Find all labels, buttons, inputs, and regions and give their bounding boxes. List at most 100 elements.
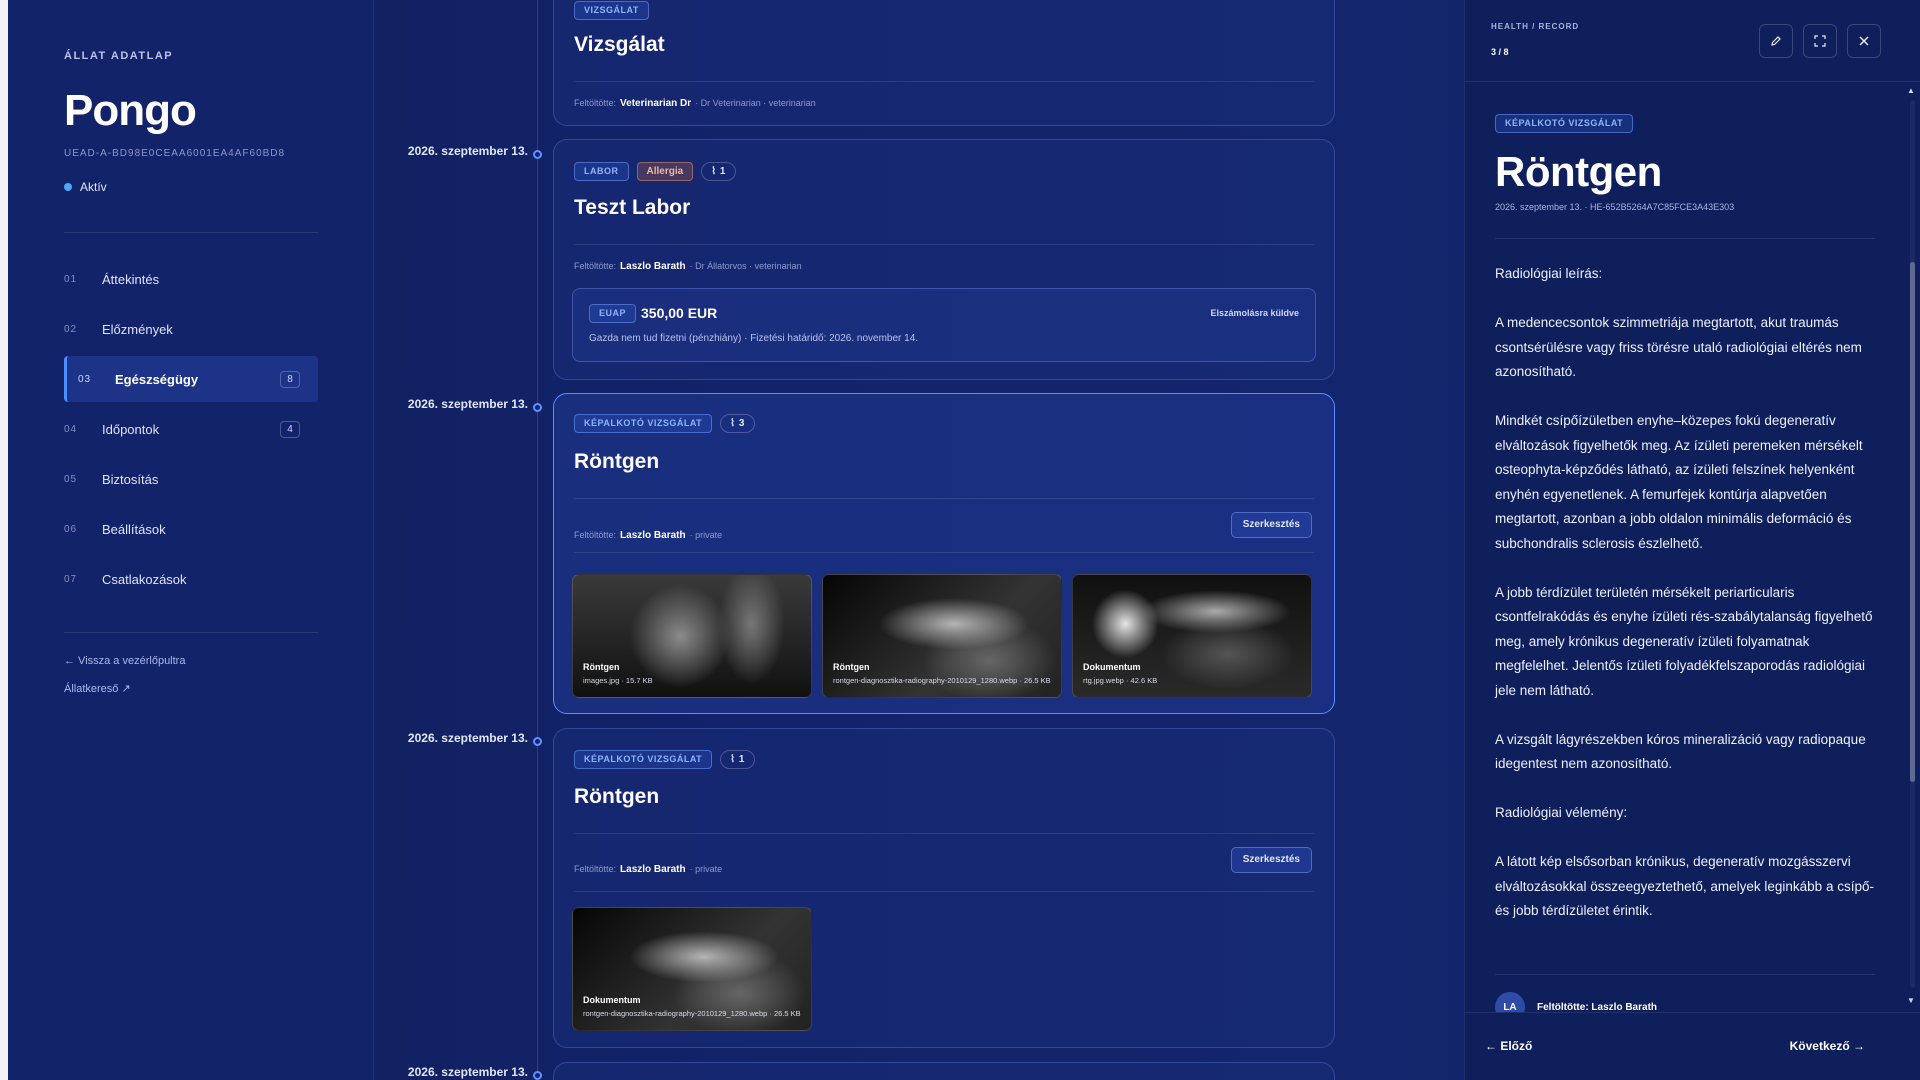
- record-card[interactable]: KÉPALKOTÓ VIZSGÁLAT ⌇ 1 Röntgen Feltöltö…: [553, 728, 1335, 1048]
- avatar: LA: [1495, 992, 1525, 1012]
- invoice-box[interactable]: EUAP 350,00 EUR Elszámolásra küldve Gazd…: [572, 288, 1316, 362]
- sidebar-item-overview[interactable]: 01 Áttekintés: [64, 256, 318, 302]
- timeline-dot: [533, 150, 542, 159]
- panel-body: KÉPALKOTÓ VIZSGÁLAT Röntgen 2026. szepte…: [1465, 82, 1905, 1012]
- nav-label: Időpontok: [102, 421, 160, 437]
- uploader-name: Veterinarian Dr: [620, 98, 692, 109]
- sidebar-item-insurance[interactable]: 05 Biztosítás: [64, 456, 318, 502]
- attachment-thumbnail[interactable]: Röntgen rontgen-diagnosztika-radiography…: [822, 574, 1062, 698]
- record-card[interactable]: LABOR Allergia ⌇ 1 Teszt Labor Feltöltöt…: [553, 139, 1335, 380]
- scroll-down-icon[interactable]: ▼: [1907, 996, 1915, 1005]
- record-card[interactable]: [553, 1062, 1335, 1080]
- count-badge: 8: [280, 371, 300, 388]
- record-card[interactable]: VIZSGÁLAT Vizsgálat Feltöltötte: Veterina…: [553, 0, 1335, 126]
- uploader-line: Feltöltötte: Laszlo Barath · Dr Állatorvos…: [574, 261, 802, 272]
- sidebar-item-connections[interactable]: 07 Csatlakozások: [64, 556, 318, 602]
- nav-label: Biztosítás: [102, 471, 159, 487]
- uploader-prefix: Feltöltötte:: [574, 530, 617, 540]
- nav-label: Csatlakozások: [102, 571, 187, 587]
- invoice-note: Gazda nem tud fizetni (pénzhiány) · Fize…: [589, 333, 919, 344]
- description-paragraph: Radiológiai leírás:: [1495, 266, 1603, 281]
- pencil-icon: [1771, 36, 1781, 46]
- record-counter: 3 / 8: [1491, 47, 1509, 57]
- nav-label: Beállítások: [102, 521, 166, 537]
- timeline-date: 2026. szeptember 13.: [407, 144, 528, 158]
- edit-record-button[interactable]: [1759, 24, 1793, 58]
- uploader-block: LA Feltöltötte: Laszlo Barath: [1495, 992, 1657, 1012]
- sidebar-nav: 01 Áttekintés 02 Előzmények 03 Egészségü…: [64, 256, 318, 606]
- expand-button[interactable]: [1803, 24, 1837, 58]
- previous-record-button[interactable]: ← Előző: [1485, 1039, 1532, 1053]
- record-title: Vizsgálat: [574, 33, 665, 56]
- count-badge: 4: [280, 421, 300, 438]
- close-icon: [1859, 36, 1869, 46]
- invoice-status: Elszámolásra küldve: [1210, 308, 1299, 318]
- thumb-title: Röntgen: [583, 662, 620, 672]
- uploader-line: Feltöltötte: Veterinarian Dr · Dr Veterina…: [574, 98, 816, 109]
- record-type-tag: KÉPALKOTÓ VIZSGÁLAT: [1495, 114, 1634, 133]
- pet-search-link[interactable]: Állatkereső ↗: [64, 682, 131, 695]
- panel-footer: ← Előző Következő →: [1465, 1012, 1920, 1080]
- nav-number: 07: [64, 573, 78, 585]
- window-edge: [0, 0, 8, 1080]
- edit-button[interactable]: Szerkesztés: [1230, 847, 1312, 873]
- uploader-prefix: Feltöltötte:: [574, 864, 617, 874]
- card-divider: [574, 81, 1314, 82]
- edit-button[interactable]: Szerkesztés: [1230, 512, 1312, 538]
- description-paragraph: Mindkét csípőízületben enyhe–közepes fok…: [1495, 413, 1863, 551]
- card-divider: [574, 244, 1314, 245]
- nav-label: Egészségügy: [115, 371, 199, 387]
- nav-label: Áttekintés: [102, 271, 160, 287]
- nav-number: 04: [64, 423, 78, 435]
- card-divider: [574, 552, 1314, 553]
- sidebar-divider: [64, 232, 318, 233]
- thumb-file: rontgen-diagnosztika-radiography-2010129…: [833, 676, 1051, 685]
- sidebar-item-appointments[interactable]: 04 Időpontok 4: [64, 406, 318, 452]
- nav-number: 03: [78, 373, 92, 385]
- record-title: Röntgen: [574, 785, 660, 808]
- attachment-count: ⌇ 3: [720, 414, 755, 433]
- uploader-meta: · private: [689, 530, 723, 540]
- panel-divider: [1495, 238, 1875, 239]
- description-paragraph: A vizsgált lágyrészekben kóros mineraliz…: [1495, 731, 1866, 772]
- paperclip-icon: ⌇: [711, 166, 720, 177]
- timeline-date: 2026. szeptember 13.: [407, 397, 528, 411]
- nav-number: 05: [64, 473, 78, 485]
- nav-number: 01: [64, 273, 78, 285]
- record-card-selected[interactable]: KÉPALKOTÓ VIZSGÁLAT ⌇ 3 Röntgen Feltöltö…: [553, 393, 1335, 714]
- timeline-date: 2026. szeptember 13.: [407, 1065, 528, 1079]
- sidebar-item-settings[interactable]: 06 Beállítások: [64, 506, 318, 552]
- panel-scrollbar[interactable]: ▲ ▼: [1904, 82, 1920, 1012]
- sidebar-item-history[interactable]: 02 Előzmények: [64, 306, 318, 352]
- thumb-title: Dokumentum: [583, 995, 641, 1005]
- next-record-button[interactable]: Következő →: [1790, 1039, 1865, 1053]
- attachment-count: ⌇ 1: [720, 750, 755, 769]
- timeline-dot: [533, 403, 542, 412]
- uploader-label: Feltöltötte: Laszlo Barath: [1537, 1001, 1658, 1013]
- record-description: Radiológiai leírás: A medencecsontok szi…: [1495, 262, 1875, 948]
- nav-label: Előzmények: [102, 321, 173, 337]
- sidebar-item-health[interactable]: 03 Egészségügy 8: [64, 356, 318, 402]
- uploader-name: Laszlo Barath: [620, 261, 686, 272]
- scroll-up-icon[interactable]: ▲: [1907, 86, 1915, 95]
- scroll-thumb[interactable]: [1910, 262, 1915, 782]
- timeline-date: 2026. szeptember 13.: [407, 731, 528, 745]
- attachment-thumbnail[interactable]: Dokumentum rontgen-diagnosztika-radiogra…: [572, 907, 812, 1031]
- sidebar-divider: [64, 632, 318, 633]
- sidebar: ÁLLAT ADATLAP Pongo UEAD-A-BD98E0CEAA600…: [8, 0, 374, 1080]
- uploader-line: Feltöltötte: Laszlo Barath · private: [574, 864, 722, 875]
- uploader-prefix: Feltöltötte:: [574, 261, 617, 271]
- status-label: Aktív: [80, 180, 107, 194]
- back-to-dashboard-link[interactable]: ← Vissza a vezérlőpultra: [64, 655, 185, 667]
- invoice-tag: EUAP: [589, 304, 637, 323]
- attachment-thumbnail[interactable]: Röntgen images.jpg · 15.7 KB: [572, 574, 812, 698]
- nav-number: 06: [64, 523, 78, 535]
- uploader-name: Laszlo Barath: [620, 864, 686, 875]
- attachment-thumbnail[interactable]: Dokumentum rtg.jpg.webp · 42.6 KB: [1072, 574, 1312, 698]
- paperclip-icon: ⌇: [730, 754, 739, 765]
- panel-divider: [1495, 974, 1875, 975]
- breadcrumb: HEALTH / RECORD: [1491, 22, 1580, 31]
- attachment-count-value: 3: [738, 418, 745, 429]
- record-type-tag: LABOR: [574, 162, 629, 181]
- close-button[interactable]: [1847, 24, 1881, 58]
